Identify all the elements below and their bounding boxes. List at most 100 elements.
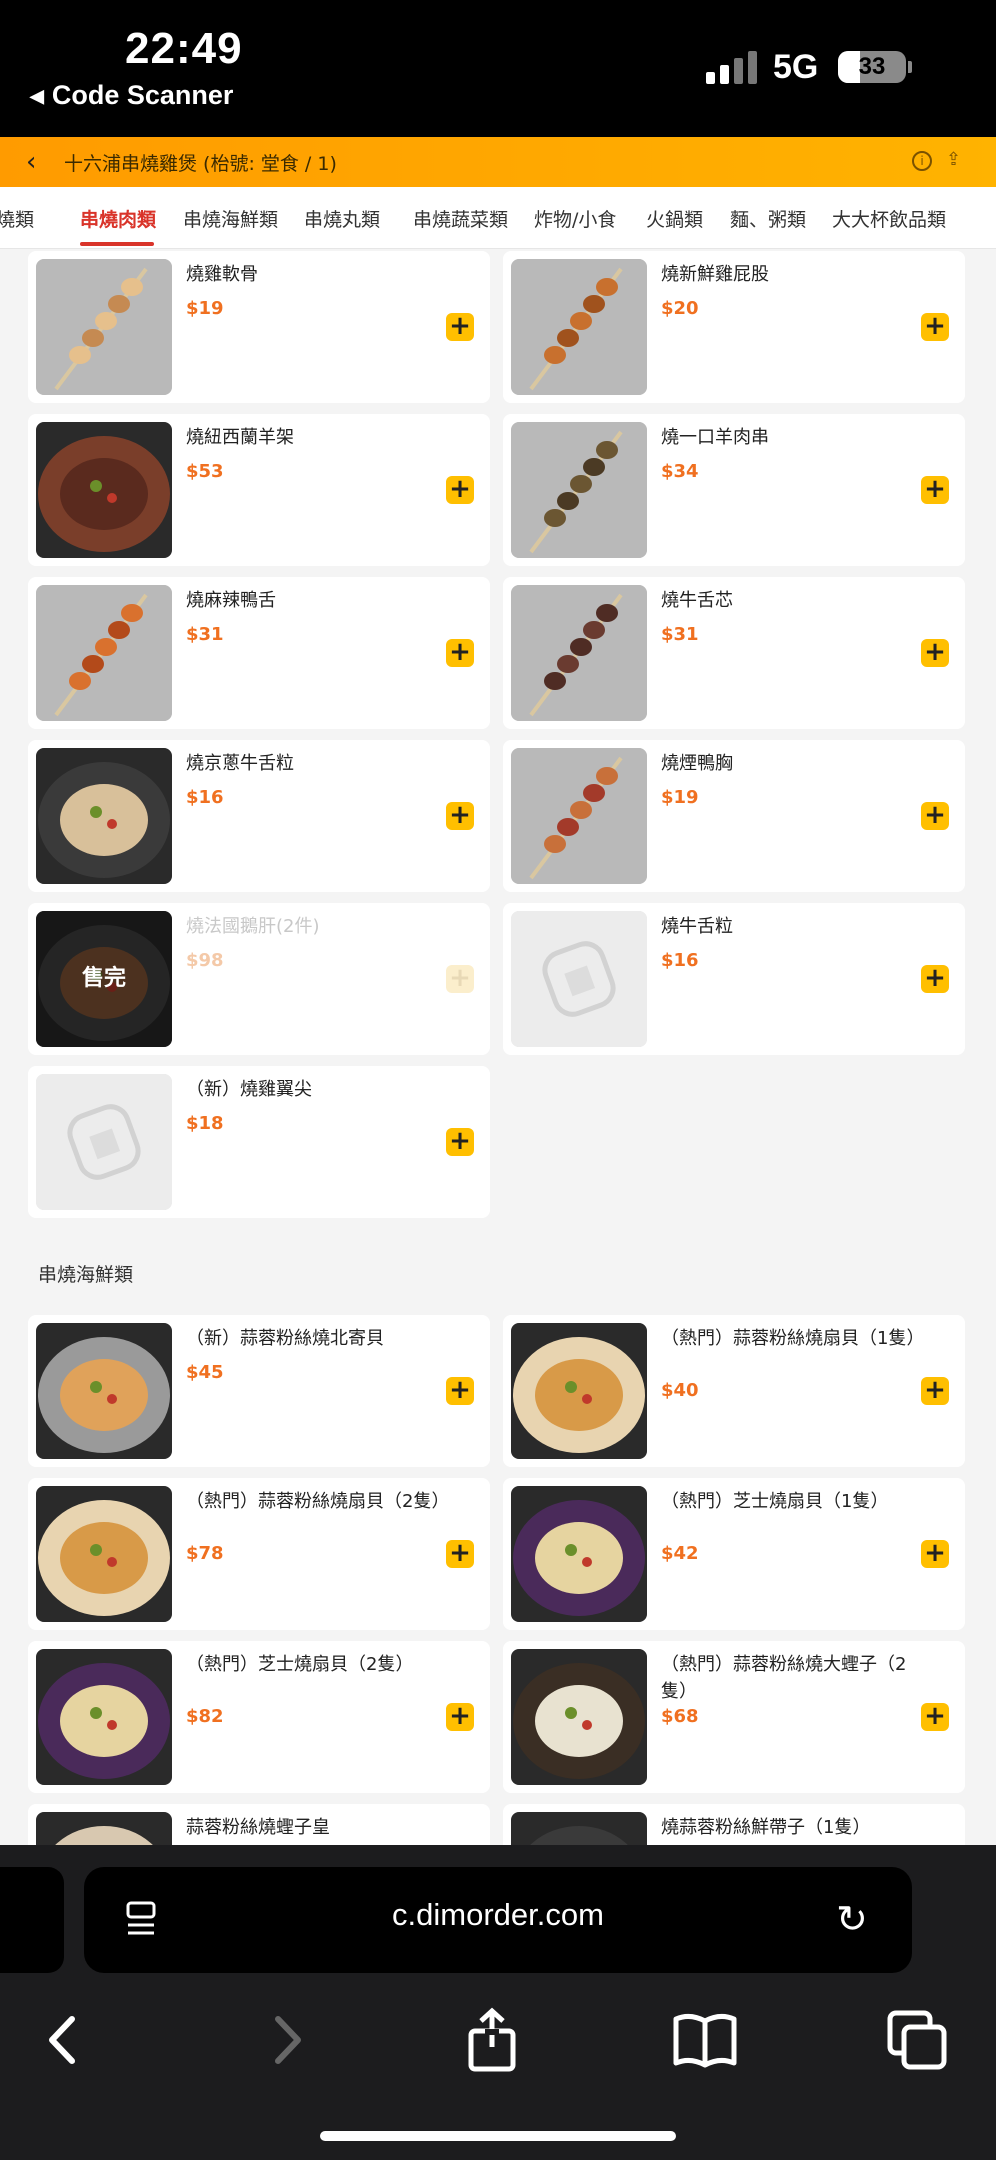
menu-item-photo — [36, 422, 172, 558]
menu-item-price: $53 — [186, 461, 224, 482]
menu-item-card[interactable]: 燒煙鴨胸 $19 + — [503, 740, 965, 892]
tab-6[interactable]: 火鍋類 — [646, 205, 703, 232]
menu-item-photo — [36, 1486, 172, 1622]
share-icon[interactable] — [457, 2005, 527, 2075]
sold-out-label: 售完 — [36, 911, 172, 1047]
menu-item-price: $31 — [661, 624, 699, 645]
menu-item-card[interactable]: （新）燒雞翼尖 $18 + — [28, 1066, 490, 1218]
tab-3[interactable]: 串燒丸類 — [304, 205, 380, 232]
menu-item-name: （熱門）芝士燒扇貝（2隻） — [186, 1654, 414, 1675]
menu-item-price: $18 — [186, 1113, 224, 1134]
add-item-button: + — [446, 965, 474, 993]
back-to-app-link[interactable]: ◀ Code Scanner — [30, 80, 233, 111]
add-item-button[interactable]: + — [921, 1377, 949, 1405]
menu-item-card[interactable]: （新）蒜蓉粉絲燒北寄貝 $45 + — [28, 1315, 490, 1467]
menu-item-card[interactable]: （熱門）芝士燒扇貝（2隻） $82 + — [28, 1641, 490, 1793]
placeholder-image-icon — [36, 1074, 172, 1210]
menu-item-card[interactable]: 燒新鮮雞屁股 $20 + — [503, 251, 965, 403]
add-item-button[interactable]: + — [921, 639, 949, 667]
menu-item-price: $19 — [661, 787, 699, 808]
add-item-button[interactable]: + — [921, 1703, 949, 1731]
menu-item-name: （熱門）蒜蓉粉絲燒扇貝（2隻） — [186, 1491, 450, 1512]
battery-tip — [908, 61, 912, 73]
add-item-button[interactable]: + — [921, 476, 949, 504]
menu-item-photo — [36, 1649, 172, 1785]
menu-item-name: 蒜蓉粉絲燒蟶子皇 — [186, 1817, 330, 1838]
menu-item-name: 燒牛舌粒 — [661, 916, 733, 937]
add-item-button[interactable]: + — [446, 1128, 474, 1156]
menu-item-card[interactable]: 燒紐西蘭羊架 $53 + — [28, 414, 490, 566]
section-title: 串燒海鮮類 — [38, 1264, 134, 1286]
category-tabs: 燒類 串燒肉類串燒海鮮類串燒丸類 串燒蔬菜類炸物/小食 火鍋類麵、粥類大大杯飲品類 — [0, 187, 996, 249]
address-bar[interactable]: c.dimorder.com ↻ — [84, 1867, 912, 1973]
add-item-button[interactable]: + — [921, 313, 949, 341]
tab-8[interactable]: 大大杯飲品類 — [832, 205, 946, 232]
menu-item-card[interactable]: （熱門）芝士燒扇貝（1隻） $42 + — [503, 1478, 965, 1630]
menu-item-card[interactable]: 燒牛舌粒 $16 + — [503, 903, 965, 1055]
menu-item-price: $19 — [186, 298, 224, 319]
tab-1[interactable]: 串燒肉類 — [80, 205, 156, 232]
menu-item-card[interactable]: 燒蒜蓉粉絲鮮帶子（1隻）+ — [503, 1804, 965, 1845]
menu-item-name: （熱門）芝士燒扇貝（1隻） — [661, 1491, 889, 1512]
menu-item-name: 燒法國鵝肝(2件) — [186, 916, 320, 937]
add-item-button[interactable]: + — [446, 313, 474, 341]
add-item-button[interactable]: + — [446, 476, 474, 504]
back-icon[interactable] — [30, 2005, 100, 2075]
menu-item-card[interactable]: 售完 燒法國鵝肝(2件) $98 + — [28, 903, 490, 1055]
home-indicator[interactable] — [320, 2131, 676, 2141]
tab-0[interactable]: 燒類 — [0, 205, 34, 232]
add-item-button[interactable]: + — [921, 802, 949, 830]
menu-item-card[interactable]: （熱門）蒜蓉粉絲燒大蟶子（2隻） $68 + — [503, 1641, 965, 1793]
add-item-button[interactable]: + — [446, 802, 474, 830]
status-bar: 22:49 ◀ Code Scanner 5G 33 — [0, 0, 996, 137]
menu-item-price: $68 — [661, 1706, 699, 1727]
menu-item-name: 燒麻辣鴨舌 — [186, 590, 276, 611]
tabs-icon[interactable] — [882, 2005, 952, 2075]
share-icon[interactable]: ⇪ — [946, 149, 961, 170]
menu-item-name: 燒一口羊肉串 — [661, 427, 769, 448]
add-item-button[interactable]: + — [921, 965, 949, 993]
menu-item-photo — [511, 1812, 647, 1845]
menu-item-price: $42 — [661, 1543, 699, 1564]
add-item-button[interactable]: + — [446, 1703, 474, 1731]
menu-item-card[interactable]: 燒一口羊肉串 $34 + — [503, 414, 965, 566]
reload-icon[interactable]: ↻ — [836, 1897, 868, 1941]
menu-item-photo — [36, 259, 172, 395]
menu-item-card[interactable]: 燒麻辣鴨舌 $31 + — [28, 577, 490, 729]
add-item-button[interactable]: + — [446, 1540, 474, 1568]
menu-item-price: $16 — [661, 950, 699, 971]
tab-4[interactable]: 串燒蔬菜類 — [413, 205, 508, 232]
tab-2[interactable]: 串燒海鮮類 — [183, 205, 278, 232]
signal-icon — [706, 50, 760, 84]
menu-item-photo: 售完 — [36, 911, 172, 1047]
menu-item-price: $98 — [186, 950, 224, 971]
forward-icon[interactable] — [250, 2005, 320, 2075]
tab-7[interactable]: 麵、粥類 — [730, 205, 806, 232]
menu-item-card[interactable]: 燒牛舌芯 $31 + — [503, 577, 965, 729]
menu-item-photo — [36, 1812, 172, 1845]
menu-item-photo — [511, 748, 647, 884]
menu-item-name: 燒紐西蘭羊架 — [186, 427, 294, 448]
menu-item-name: 燒新鮮雞屁股 — [661, 264, 769, 285]
add-item-button[interactable]: + — [446, 639, 474, 667]
menu-item-name: 燒雞軟骨 — [186, 264, 258, 285]
menu-item-price: $40 — [661, 1380, 699, 1401]
menu-item-card[interactable]: （熱門）蒜蓉粉絲燒扇貝（2隻） $78 + — [28, 1478, 490, 1630]
previous-tab-preview[interactable] — [0, 1867, 64, 1973]
menu-item-photo — [511, 259, 647, 395]
menu-item-name: （熱門）蒜蓉粉絲燒扇貝（1隻） — [661, 1328, 925, 1349]
bookmarks-icon[interactable] — [670, 2005, 740, 2075]
menu-item-photo — [36, 1323, 172, 1459]
menu-item-price: $16 — [186, 787, 224, 808]
menu-item-card[interactable]: （熱門）蒜蓉粉絲燒扇貝（1隻） $40 + — [503, 1315, 965, 1467]
tab-5[interactable]: 炸物/小食 — [534, 205, 616, 232]
menu-item-card[interactable]: 燒雞軟骨 $19 + — [28, 251, 490, 403]
menu-item-card[interactable]: 蒜蓉粉絲燒蟶子皇+ — [28, 1804, 490, 1845]
back-arrow-icon[interactable]: ‹ — [26, 147, 36, 177]
menu-item-card[interactable]: 燒京蔥牛舌粒 $16 + — [28, 740, 490, 892]
add-item-button[interactable]: + — [921, 1540, 949, 1568]
info-icon[interactable]: i — [912, 151, 932, 171]
menu-item-name: （新）燒雞翼尖 — [186, 1079, 312, 1100]
add-item-button[interactable]: + — [446, 1377, 474, 1405]
menu-list: 燒雞軟骨 $19 + 燒新鮮雞屁股 $20 + 燒紐西蘭羊架 $53 + 燒一口羊肉串 $34 + 燒麻… — [0, 249, 996, 1845]
